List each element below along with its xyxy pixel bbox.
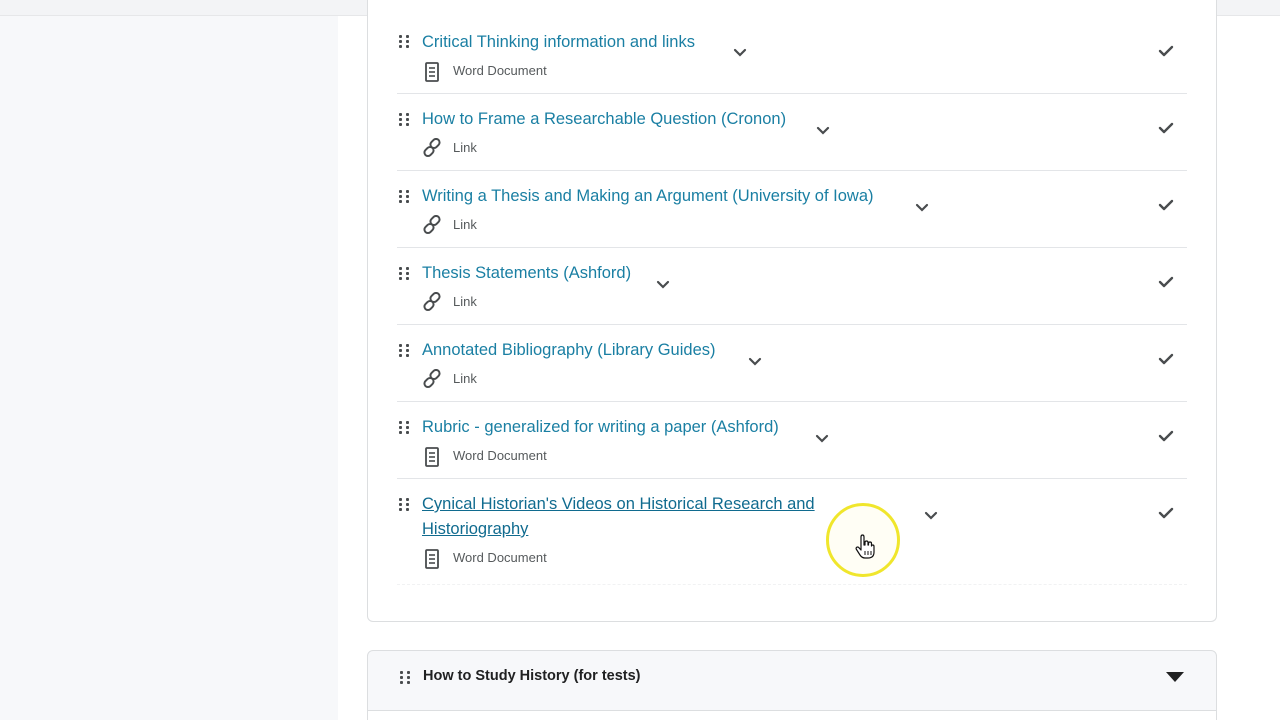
chevron-down-icon[interactable] <box>814 433 830 445</box>
topic-title-link[interactable]: How to Frame a Researchable Question (Cr… <box>422 107 786 132</box>
drag-handle-icon[interactable] <box>399 267 411 285</box>
checkmark-icon <box>1158 353 1174 365</box>
topic-item: Critical Thinking information and links … <box>397 16 1187 94</box>
topic-title-link[interactable]: Thesis Statements (Ashford) <box>422 261 631 286</box>
chevron-down-icon[interactable] <box>815 125 831 137</box>
drag-handle-icon[interactable] <box>399 190 411 208</box>
checkmark-icon <box>1158 430 1174 442</box>
caret-down-icon[interactable] <box>1165 671 1185 683</box>
topic-type-label: Word Document <box>453 550 547 565</box>
topic-item: Annotated Bibliography (Library Guides) … <box>397 325 1187 402</box>
document-icon <box>425 447 439 467</box>
topic-type-label: Link <box>453 294 477 309</box>
link-icon <box>423 369 441 389</box>
link-icon <box>423 138 441 158</box>
chevron-down-icon[interactable] <box>923 510 939 522</box>
chevron-down-icon[interactable] <box>747 356 763 368</box>
hand-pointer-icon <box>855 534 875 559</box>
module-title[interactable]: How to Study History (for tests) <box>423 668 641 684</box>
topic-title-link[interactable]: Critical Thinking information and links <box>422 30 695 55</box>
chevron-down-icon[interactable] <box>914 202 930 214</box>
topic-type-label: Word Document <box>453 63 547 78</box>
module-body <box>368 711 1216 720</box>
topic-type-label: Link <box>453 140 477 155</box>
checkmark-icon <box>1158 199 1174 211</box>
document-icon <box>425 549 439 569</box>
topic-item: How to Frame a Researchable Question (Cr… <box>397 94 1187 171</box>
checkmark-icon <box>1158 122 1174 134</box>
link-icon <box>423 292 441 312</box>
chevron-down-icon[interactable] <box>655 279 671 291</box>
topic-title-link[interactable]: Rubric - generalized for writing a paper… <box>422 415 779 440</box>
topic-title-link[interactable]: Cynical Historian's Videos on Historical… <box>422 492 842 542</box>
checkmark-icon <box>1158 276 1174 288</box>
topic-type-label: Link <box>453 217 477 232</box>
drag-handle-icon[interactable] <box>399 498 411 516</box>
drag-handle-icon[interactable] <box>400 671 412 689</box>
left-navigation-pane <box>0 16 338 720</box>
chevron-down-icon[interactable] <box>732 47 748 59</box>
drag-handle-icon[interactable] <box>399 35 411 53</box>
drag-handle-icon[interactable] <box>399 344 411 362</box>
topic-item: Cynical Historian's Videos on Historical… <box>397 479 1187 585</box>
checkmark-icon <box>1158 507 1174 519</box>
drag-handle-icon[interactable] <box>399 113 411 131</box>
topic-type-label: Word Document <box>453 448 547 463</box>
drag-handle-icon[interactable] <box>399 421 411 439</box>
module-header[interactable]: How to Study History (for tests) <box>367 650 1217 720</box>
topic-title-link[interactable]: Writing a Thesis and Making an Argument … <box>422 184 874 209</box>
checkmark-icon <box>1158 45 1174 57</box>
topic-item: Writing a Thesis and Making an Argument … <box>397 171 1187 248</box>
topic-item: Thesis Statements (Ashford) Link <box>397 248 1187 325</box>
topic-title-link[interactable]: Annotated Bibliography (Library Guides) <box>422 338 716 363</box>
link-icon <box>423 215 441 235</box>
document-icon <box>425 62 439 82</box>
topic-item: Rubric - generalized for writing a paper… <box>397 402 1187 479</box>
topic-type-label: Link <box>453 371 477 386</box>
